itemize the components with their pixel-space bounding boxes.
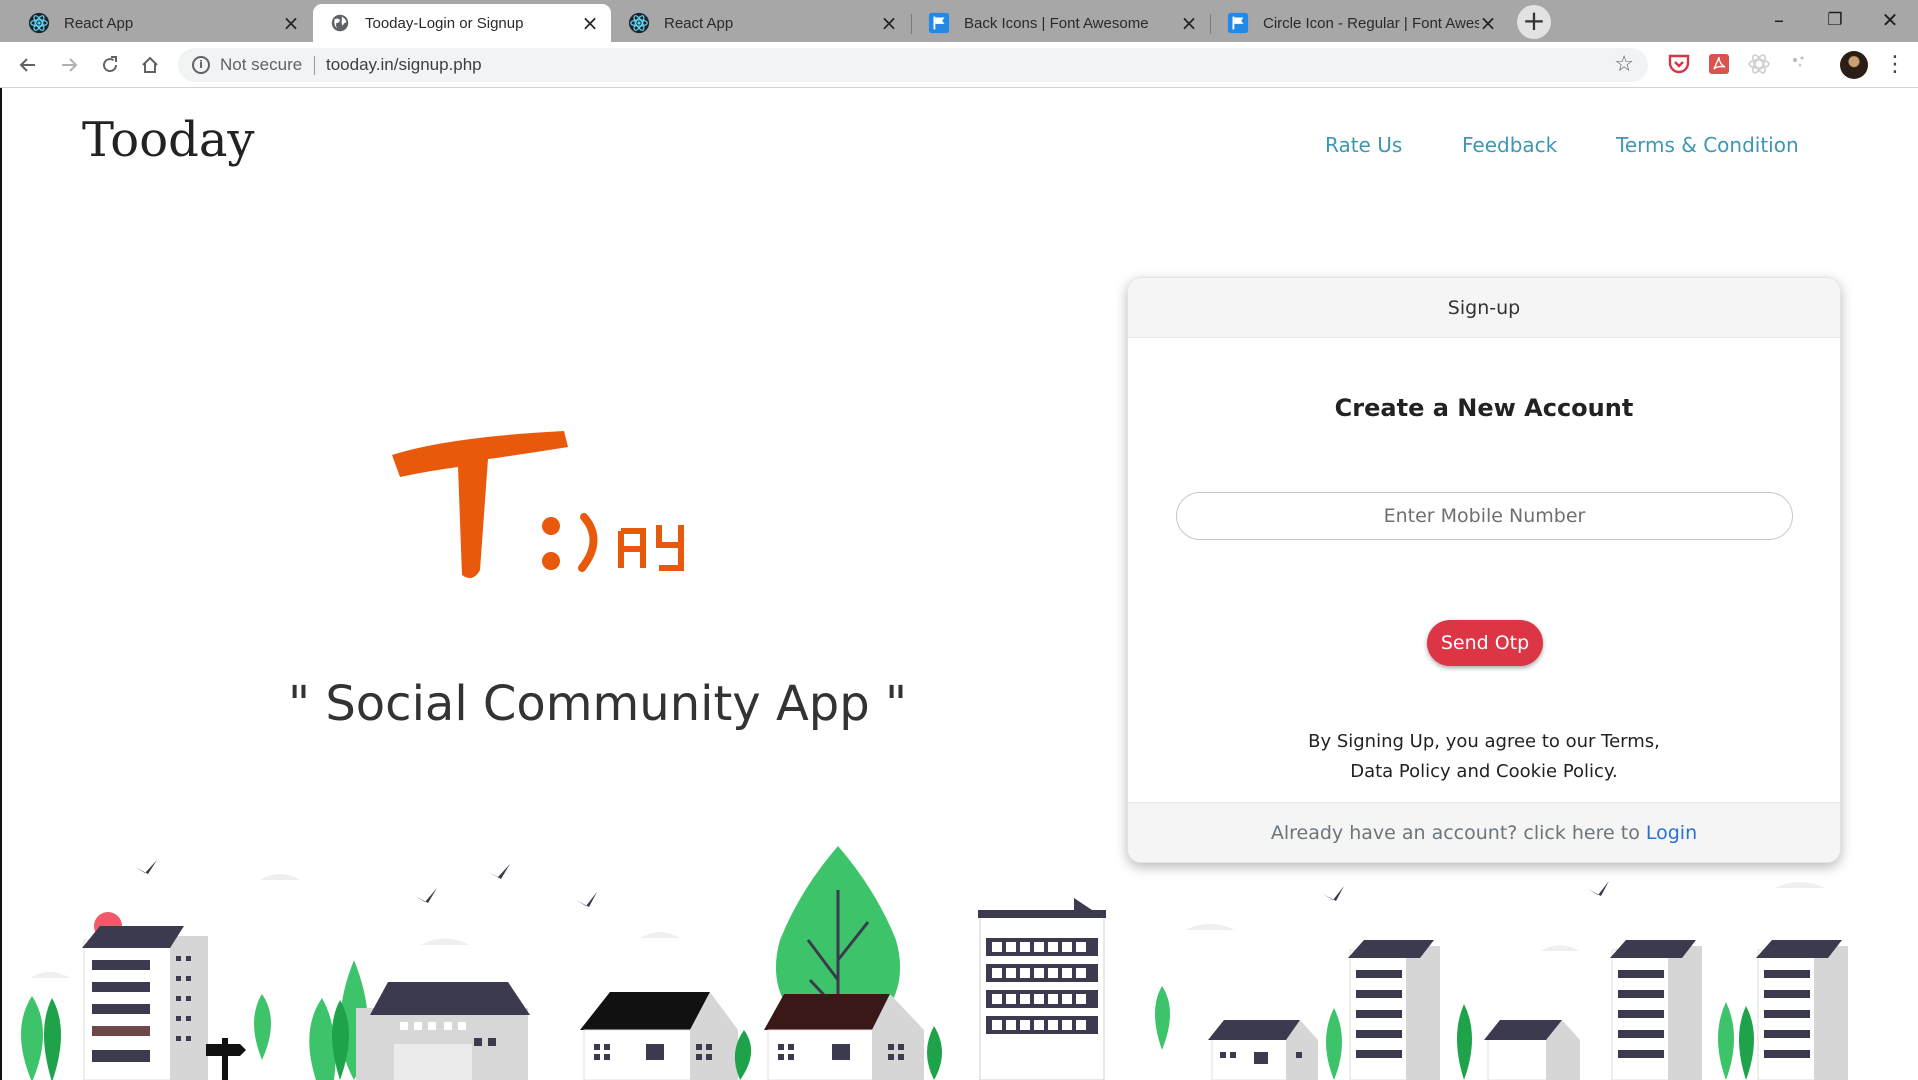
agreement-text: By Signing Up, you agree to our Terms, D… — [1128, 727, 1840, 787]
tab-strip: React App × Tooday-Login or Signup × Rea… — [0, 0, 1918, 42]
close-tab-icon[interactable]: × — [880, 13, 898, 33]
react-icon — [28, 12, 50, 34]
home-icon — [142, 56, 158, 73]
arrow-right-icon — [62, 58, 78, 72]
pdf-extension-icon[interactable] — [1707, 52, 1731, 76]
nav-link-terms[interactable]: Terms & Condition — [1616, 133, 1799, 157]
font-awesome-flag-icon — [1227, 12, 1249, 34]
close-tab-icon[interactable]: × — [1180, 13, 1198, 33]
nav-link-rate-us[interactable]: Rate Us — [1325, 133, 1402, 157]
globe-icon — [331, 14, 349, 32]
new-tab-button[interactable]: + — [1517, 5, 1551, 39]
mobile-number-input[interactable] — [1176, 492, 1793, 540]
info-icon[interactable]: i — [192, 56, 210, 74]
city-illustration — [21, 846, 1848, 1080]
signup-card: Sign-up Create a New Account Send Otp By… — [1127, 277, 1841, 863]
bookmark-star-icon[interactable]: ☆ — [1614, 52, 1634, 77]
tab-title: Back Icons | Font Awesome — [964, 14, 1149, 32]
address-divider — [314, 56, 315, 75]
browser-toolbar: i Not secure tooday.in/signup.php ☆ ⋮ — [0, 42, 1918, 88]
arrow-left-icon — [19, 58, 35, 72]
react-devtools-extension-icon[interactable] — [1747, 52, 1771, 76]
tab-tooday-signup[interactable]: Tooday-Login or Signup × — [313, 4, 611, 42]
forward-button[interactable] — [53, 49, 85, 81]
extension-puzzle-icon[interactable] — [1787, 52, 1811, 76]
reload-icon — [103, 56, 118, 73]
profile-avatar[interactable] — [1840, 51, 1868, 79]
tagline: " Social Community App " — [288, 676, 908, 732]
send-otp-button[interactable]: Send Otp — [1427, 620, 1543, 666]
tab-react-app-2[interactable]: React App × — [612, 4, 910, 42]
font-awesome-flag-icon — [928, 12, 950, 34]
tooday-logo — [392, 431, 684, 579]
pocket-extension-icon[interactable] — [1667, 52, 1691, 76]
back-button[interactable] — [12, 49, 44, 81]
address-bar[interactable]: i Not secure tooday.in/signup.php ☆ — [178, 48, 1648, 82]
tab-title: React App — [664, 14, 734, 32]
tab-react-app-1[interactable]: React App × — [12, 4, 312, 42]
tab-title: Circle Icon - Regular | Font Awesome — [1263, 14, 1479, 32]
tab-circle-icon[interactable]: Circle Icon - Regular | Font Awesome × — [1211, 4, 1509, 42]
react-icon — [628, 12, 650, 34]
signup-heading: Create a New Account — [1334, 394, 1634, 422]
url-text[interactable]: tooday.in/signup.php — [326, 55, 482, 75]
close-window-button[interactable]: ✕ — [1862, 4, 1918, 36]
tab-back-icons[interactable]: Back Icons | Font Awesome × — [912, 4, 1210, 42]
signup-card-footer: Already have an account? click here to L… — [1128, 802, 1840, 862]
login-link[interactable]: Login — [1646, 822, 1697, 844]
agreement-line-2: Data Policy and Cookie Policy. — [1350, 761, 1618, 782]
minimize-button[interactable]: – — [1751, 4, 1807, 36]
close-tab-icon[interactable]: × — [1479, 13, 1497, 33]
security-label: Not secure — [220, 55, 303, 74]
nav-link-feedback[interactable]: Feedback — [1462, 133, 1557, 157]
close-tab-icon[interactable]: × — [282, 13, 300, 33]
restore-button[interactable]: ❐ — [1807, 4, 1863, 36]
agreement-line-1: By Signing Up, you agree to our Terms, — [1308, 731, 1660, 752]
login-prompt: Already have an account? click here to — [1270, 822, 1640, 844]
home-button[interactable] — [134, 49, 166, 81]
signup-card-header: Sign-up — [1128, 278, 1840, 338]
browser-menu-icon[interactable]: ⋮ — [1884, 50, 1906, 80]
brand-title[interactable]: Tooday — [82, 112, 255, 168]
close-tab-icon[interactable]: × — [581, 13, 599, 33]
tab-title: Tooday-Login or Signup — [365, 14, 524, 32]
tab-title: React App — [64, 14, 134, 32]
reload-button[interactable] — [94, 49, 126, 81]
